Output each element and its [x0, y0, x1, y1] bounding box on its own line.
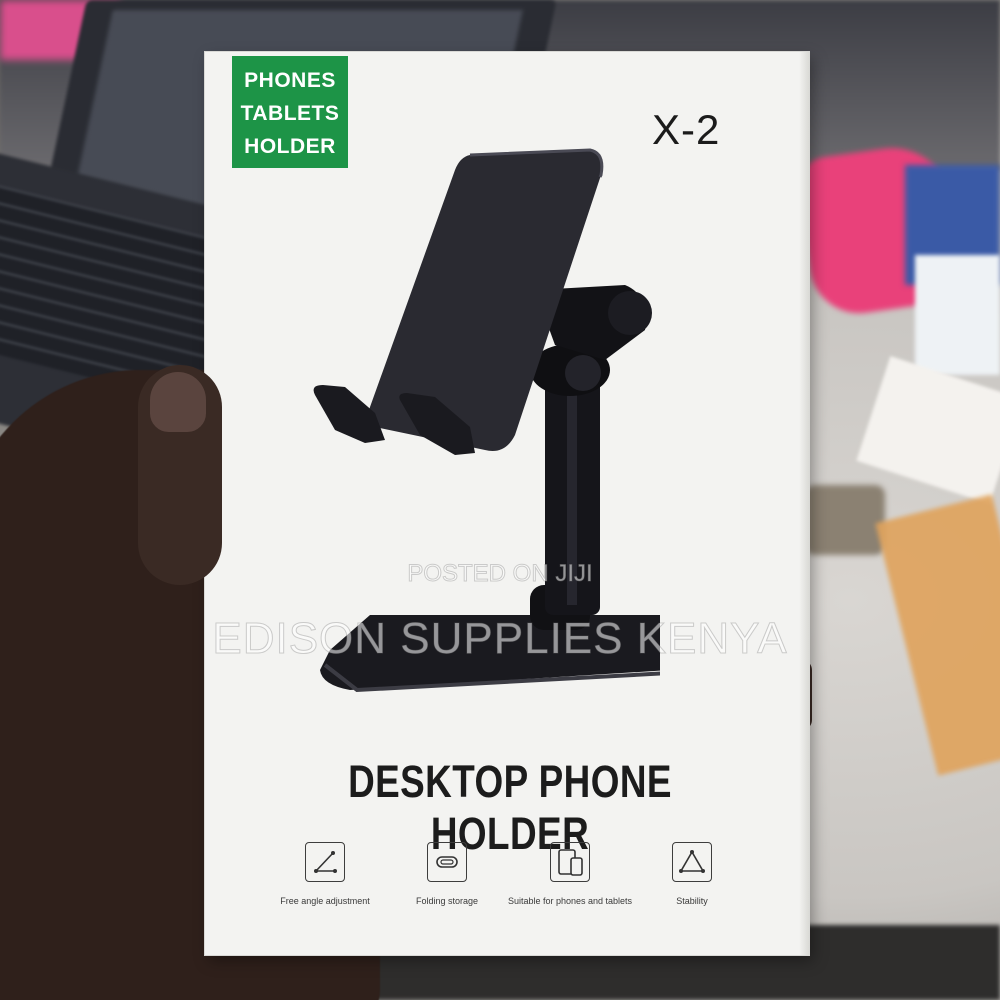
white-package — [915, 255, 1000, 375]
badge-line-phones: PHONES — [244, 69, 336, 92]
watermark-seller: EDISON SUPPLIES KENYA — [212, 614, 788, 664]
triangle-stability-icon — [672, 842, 712, 882]
badge-line-tablets: TABLETS — [240, 102, 340, 125]
phone-tablet-icon — [550, 842, 590, 882]
metal-part — [805, 485, 885, 555]
angle-adjust-icon — [305, 842, 345, 882]
watermark-posted: POSTED ON JIJI — [407, 560, 593, 588]
stand-upper-hinge — [608, 291, 652, 335]
folding-storage-icon — [427, 842, 467, 882]
model-number: X-2 — [652, 106, 721, 153]
feature-label-stability: Stability — [676, 896, 708, 906]
photo-scene: PHONES TABLETS HOLDER X-2 POSTED ON JIJI… — [0, 0, 1000, 1000]
thumbnail — [150, 372, 206, 432]
stand-left-hook — [313, 385, 385, 443]
feature-stability: Stability — [617, 842, 767, 906]
